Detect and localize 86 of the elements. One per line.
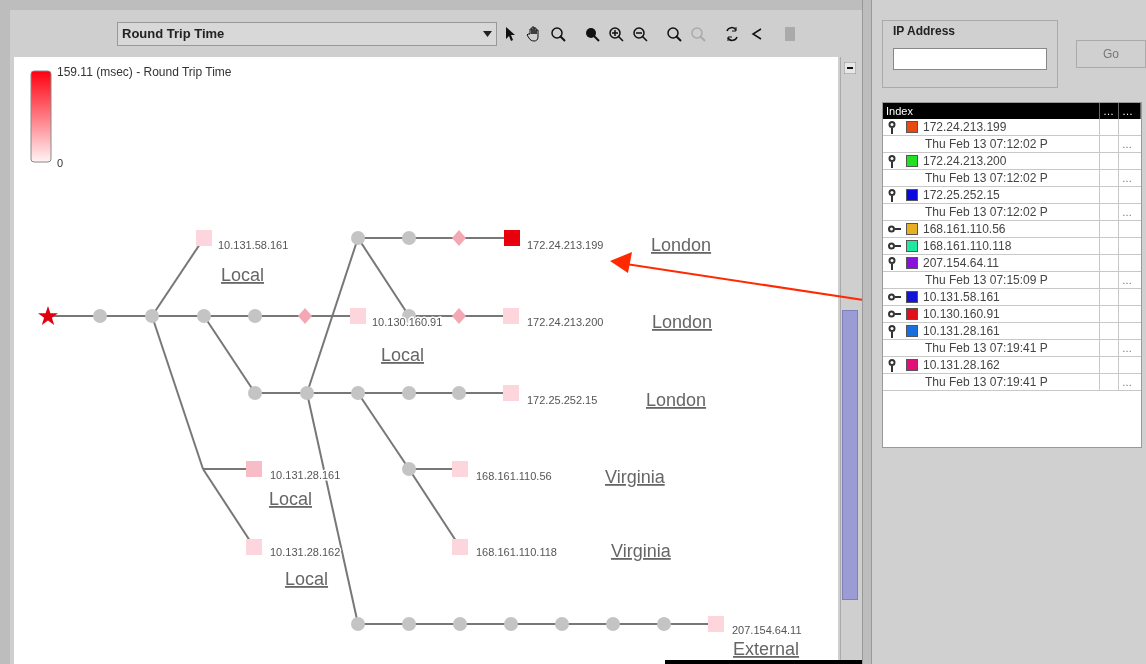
timestamp-item[interactable]: Thu Feb 13 07:19:41 P [925, 339, 1048, 357]
tree-item[interactable]: 10.131.28.161 [923, 322, 1000, 340]
tree-item[interactable]: 172.24.213.200 [923, 152, 1007, 170]
tree-item[interactable]: 10.131.28.162 [923, 356, 1000, 374]
group-title: IP Address [893, 23, 957, 40]
table-cell-text: … [1121, 137, 1132, 152]
hop-node[interactable] [248, 309, 262, 323]
target-node[interactable] [246, 461, 262, 477]
hop-node[interactable] [351, 231, 365, 245]
hop-node[interactable] [300, 386, 314, 400]
timestamp-item[interactable]: Thu Feb 13 07:12:02 P [925, 135, 1048, 153]
legend-min-label: 0 [57, 157, 64, 169]
timestamp-item[interactable]: Thu Feb 13 07:12:02 P [925, 203, 1048, 221]
hop-node[interactable] [453, 617, 467, 631]
ip-address-label: 168.161.110.118 [476, 546, 557, 558]
target-node[interactable] [452, 539, 468, 555]
location-link[interactable]: Local [285, 569, 329, 589]
scroll-up-icon[interactable] [844, 62, 856, 74]
table-cell-text: … [1121, 171, 1132, 186]
ip-address-label: 168.161.110.56 [476, 470, 552, 482]
hop-node[interactable] [145, 309, 159, 323]
timestamp-item[interactable]: Thu Feb 13 07:19:41 P [925, 373, 1048, 391]
hop-node[interactable] [657, 617, 671, 631]
location-link[interactable]: External [733, 639, 800, 659]
ip-address-label: 10.131.58.161 [218, 239, 289, 251]
location-link[interactable]: London [651, 235, 712, 255]
ip-address-field[interactable] [893, 48, 1047, 70]
star-icon[interactable] [38, 306, 58, 325]
hop-node[interactable] [351, 617, 365, 631]
location-link[interactable]: Local [381, 345, 425, 365]
table-cell-text: … [1121, 205, 1132, 220]
hop-node[interactable] [452, 230, 466, 246]
hop-node[interactable] [248, 386, 262, 400]
location-link[interactable]: Local [221, 265, 265, 285]
tree-item[interactable]: 10.130.160.91 [923, 305, 1000, 323]
hop-node[interactable] [452, 308, 466, 324]
hop-node[interactable] [351, 386, 365, 400]
hop-node[interactable] [402, 386, 416, 400]
column-header[interactable]: Index [883, 103, 1100, 119]
tree-item[interactable]: 168.161.110.56 [923, 220, 1006, 238]
location-link[interactable]: London [646, 390, 707, 410]
tree-item[interactable]: 168.161.110.118 [923, 237, 1012, 255]
hop-node[interactable] [197, 309, 211, 323]
target-node[interactable] [708, 616, 724, 632]
hop-node[interactable] [298, 308, 312, 324]
hop-node[interactable] [504, 617, 518, 631]
tree-item[interactable]: 207.154.64.11 [923, 254, 999, 272]
ip-address-label: 10.130.160.91 [372, 316, 443, 328]
hop-node[interactable] [93, 309, 107, 323]
timestamp-item[interactable]: Thu Feb 13 07:12:02 P [925, 169, 1048, 187]
location-link[interactable]: Virginia [611, 541, 671, 561]
table-cell-text: … [1121, 375, 1132, 390]
tree-item[interactable]: 10.131.58.161 [923, 288, 1000, 306]
hop-node[interactable] [402, 231, 416, 245]
target-node[interactable] [350, 308, 366, 324]
ip-address-label: 10.131.28.162 [270, 546, 341, 558]
target-node[interactable] [196, 230, 212, 246]
legend-max-label: 159.11 (msec) - Round Trip Time [57, 65, 232, 79]
location-link[interactable]: London [652, 312, 713, 332]
splitter[interactable] [862, 0, 872, 664]
target-node[interactable] [504, 230, 520, 246]
column-header[interactable]: … [1119, 103, 1141, 119]
metric-dropdown[interactable]: Round Trip Time [117, 21, 497, 46]
ip-address-label: 172.25.252.15 [527, 394, 598, 406]
ip-address-label: 172.24.213.199 [527, 239, 604, 251]
table-cell-text: … [1121, 341, 1132, 356]
caret-icon [483, 30, 492, 37]
target-node[interactable] [246, 539, 262, 555]
tree-item[interactable]: 172.25.252.15 [923, 186, 1000, 204]
ip-address-label: 207.154.64.11 [732, 624, 802, 636]
hop-node[interactable] [402, 617, 416, 631]
target-node[interactable] [503, 308, 519, 324]
hop-node[interactable] [606, 617, 620, 631]
hop-node[interactable] [452, 386, 466, 400]
table-cell-text: … [1121, 273, 1132, 288]
tree-item[interactable]: 172.24.213.199 [923, 118, 1007, 136]
target-node[interactable] [503, 385, 519, 401]
column-header[interactable]: … [1100, 103, 1119, 119]
hop-node[interactable] [402, 462, 416, 476]
location-link[interactable]: Virginia [605, 467, 665, 487]
timestamp-item[interactable]: Thu Feb 13 07:15:09 P [925, 271, 1048, 289]
ip-address-label: 172.24.213.200 [527, 316, 604, 328]
location-link[interactable]: Local [269, 489, 313, 509]
hop-node[interactable] [555, 617, 569, 631]
target-node[interactable] [452, 461, 468, 477]
scroll-thumb[interactable] [842, 310, 858, 600]
